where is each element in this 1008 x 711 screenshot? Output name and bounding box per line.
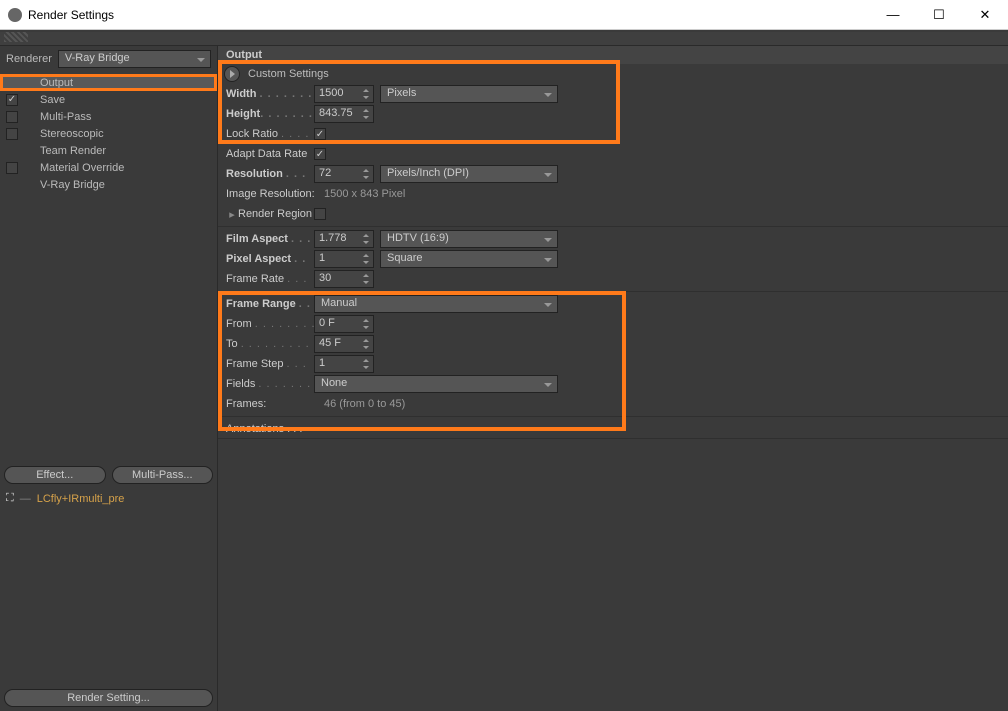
tree-label-save: Save xyxy=(22,94,65,106)
height-input[interactable]: 843.75 xyxy=(314,105,374,123)
preset-row[interactable]: ⛶ — LCfly+IRmulti_pre xyxy=(4,490,213,505)
frames-label: Frames: xyxy=(226,398,324,410)
from-label: From . . . . . . . . xyxy=(226,318,314,330)
renderregion-checkbox[interactable] xyxy=(314,208,326,220)
resolution-input[interactable]: 72 xyxy=(314,165,374,183)
tree-item-matoverride[interactable]: Material Override xyxy=(0,159,217,176)
play-icon[interactable] xyxy=(224,66,240,82)
preset-name: LCfly+IRmulti_pre xyxy=(37,493,125,505)
tree-label-output: Output xyxy=(22,77,73,89)
window-title: Render Settings xyxy=(28,8,870,22)
pixelaspect-input[interactable]: 1 xyxy=(314,250,374,268)
renderer-dropdown[interactable]: V-Ray Bridge xyxy=(58,50,211,68)
renderer-label: Renderer xyxy=(6,53,52,65)
right-panel: Output Custom Settings Width . . . . . .… xyxy=(218,46,1008,711)
tree-label-teamrender: Team Render xyxy=(22,145,106,157)
adaptdatarate-checkbox[interactable] xyxy=(314,148,326,160)
to-label: To . . . . . . . . . . xyxy=(226,338,314,350)
pixelaspect-label: Pixel Aspect . . xyxy=(226,253,314,265)
minimize-button[interactable]: — xyxy=(870,0,916,30)
lockratio-label: Lock Ratio . . . . xyxy=(226,128,314,140)
imgres-label: Image Resolution: xyxy=(226,188,324,200)
filmaspect-input[interactable]: 1.778 xyxy=(314,230,374,248)
framerate-input[interactable]: 30 xyxy=(314,270,374,288)
tree-item-stereoscopic[interactable]: Stereoscopic xyxy=(0,125,217,142)
width-unit-dropdown[interactable]: Pixels xyxy=(380,85,558,103)
preset-icon: ⛶ xyxy=(6,492,14,505)
adaptdatarate-label: Adapt Data Rate xyxy=(226,148,314,160)
checkbox-save[interactable] xyxy=(6,94,18,106)
checkbox-multipass[interactable] xyxy=(6,111,18,123)
framestep-input[interactable]: 1 xyxy=(314,355,374,373)
lockratio-checkbox[interactable] xyxy=(314,128,326,140)
custom-settings-row: Custom Settings xyxy=(218,64,1008,84)
effect-button[interactable]: Effect... xyxy=(4,466,106,484)
checkbox-stereoscopic[interactable] xyxy=(6,128,18,140)
width-label: Width . . . . . . . xyxy=(226,88,314,100)
tree-item-teamrender[interactable]: Team Render xyxy=(0,142,217,159)
left-panel: Renderer V-Ray Bridge Output Save Multi-… xyxy=(0,46,218,711)
width-input[interactable]: 1500 xyxy=(314,85,374,103)
tree-label-multipass: Multi-Pass xyxy=(22,111,91,123)
renderer-value: V-Ray Bridge xyxy=(65,52,130,64)
settings-tree: Output Save Multi-Pass Stereoscopic Team… xyxy=(0,74,217,193)
pixelaspect-dropdown[interactable]: Square xyxy=(380,250,558,268)
output-header: Output xyxy=(218,46,1008,64)
resolution-label: Resolution . . . xyxy=(226,168,314,180)
renderregion-label: Render Region xyxy=(238,208,314,220)
grip-icon xyxy=(4,32,28,42)
fields-label: Fields . . . . . . . xyxy=(226,378,314,390)
menubar xyxy=(0,32,1008,46)
multipass-button[interactable]: Multi-Pass... xyxy=(112,466,214,484)
checkbox-matoverride[interactable] xyxy=(6,162,18,174)
height-label: Height. . . . . . . xyxy=(226,108,314,120)
close-button[interactable]: ✕ xyxy=(962,0,1008,30)
filmaspect-label: Film Aspect . . . xyxy=(226,233,314,245)
tree-item-vraybridge[interactable]: V-Ray Bridge xyxy=(0,176,217,193)
framestep-label: Frame Step . . . xyxy=(226,358,314,370)
tree-label-vraybridge: V-Ray Bridge xyxy=(22,179,105,191)
to-input[interactable]: 45 F xyxy=(314,335,374,353)
renderregion-expand-icon[interactable]: ▸ xyxy=(226,208,238,221)
resolution-unit-dropdown[interactable]: Pixels/Inch (DPI) xyxy=(380,165,558,183)
frames-value: 46 (from 0 to 45) xyxy=(324,398,405,410)
render-setting-button[interactable]: Render Setting... xyxy=(4,689,213,707)
fields-dropdown[interactable]: None xyxy=(314,375,558,393)
from-input[interactable]: 0 F xyxy=(314,315,374,333)
titlebar: Render Settings — ☐ ✕ xyxy=(0,0,1008,30)
filmaspect-dropdown[interactable]: HDTV (16:9) xyxy=(380,230,558,248)
imgres-value: 1500 x 843 Pixel xyxy=(324,188,405,200)
tree-item-save[interactable]: Save xyxy=(0,91,217,108)
tree-label-matoverride: Material Override xyxy=(22,162,124,174)
tree-item-multipass[interactable]: Multi-Pass xyxy=(0,108,217,125)
framerate-label: Frame Rate . . . xyxy=(226,273,314,285)
custom-settings-label: Custom Settings xyxy=(248,68,329,80)
tree-label-stereoscopic: Stereoscopic xyxy=(22,128,104,140)
framerange-label: Frame Range . . xyxy=(226,298,314,310)
maximize-button[interactable]: ☐ xyxy=(916,0,962,30)
framerange-dropdown[interactable]: Manual xyxy=(314,295,558,313)
app-icon xyxy=(8,8,22,22)
annotations-label: Annotations . . . xyxy=(226,423,302,435)
tree-item-output[interactable]: Output xyxy=(0,74,217,91)
window-buttons: — ☐ ✕ xyxy=(870,0,1008,30)
